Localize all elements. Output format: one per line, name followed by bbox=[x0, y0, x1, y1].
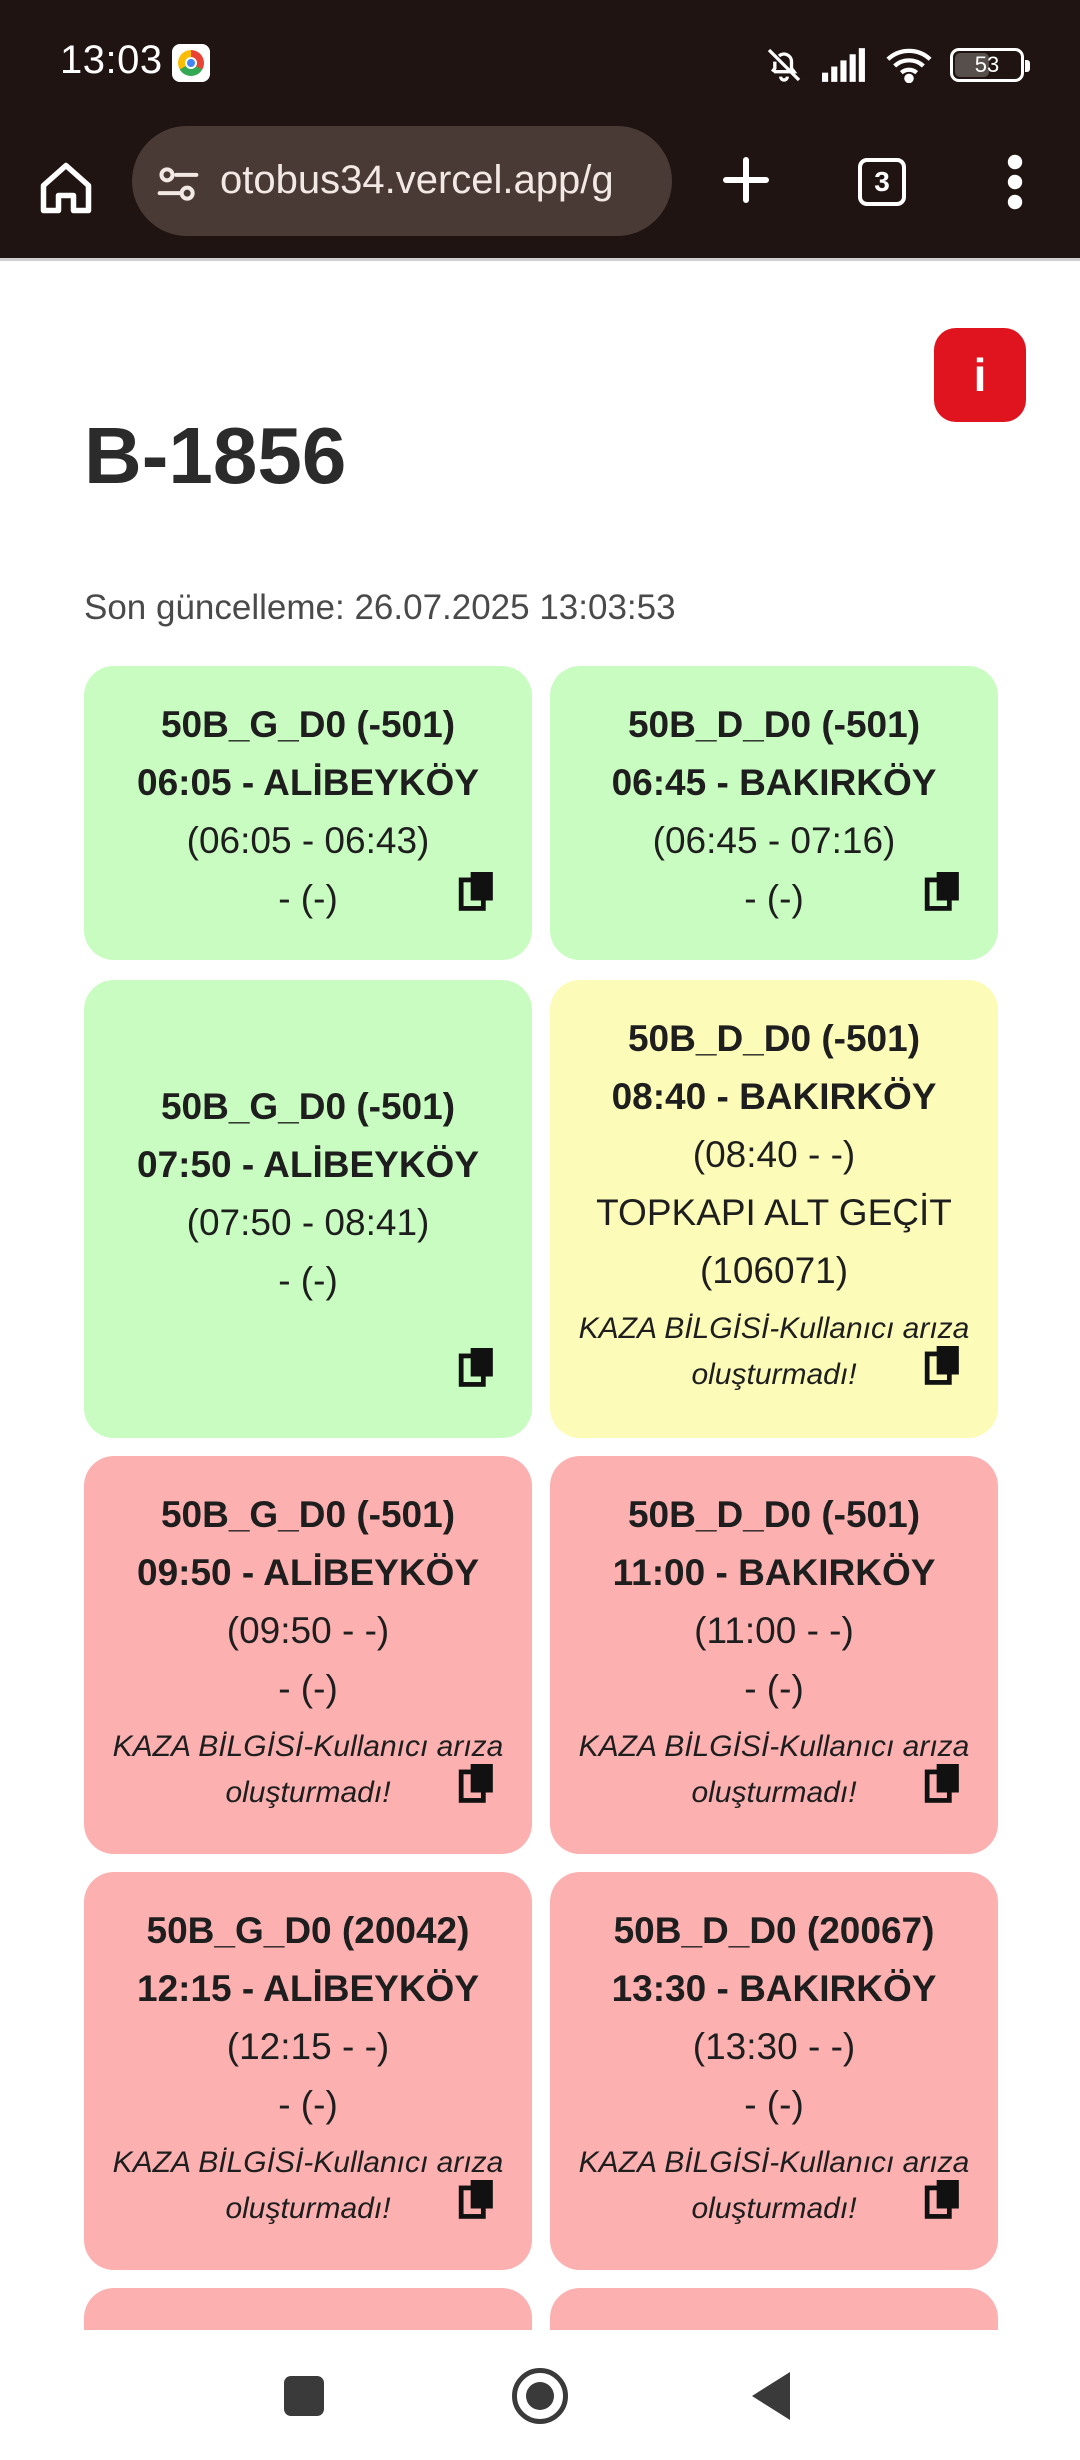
trip-route: 50B_G_D0 (-501) bbox=[160, 1086, 456, 1127]
trip-stop: - (-) bbox=[278, 1260, 338, 1301]
trip-stop: - (-) bbox=[744, 1668, 804, 1709]
copy-icon[interactable] bbox=[458, 1762, 496, 1804]
trip-departure: 12:15 - ALİBEYKÖY bbox=[137, 1968, 479, 2009]
trip-card: 50B_D_D0 (-501) 11:00 - BAKIRKÖY (11:00 … bbox=[550, 1456, 998, 1854]
home-icon[interactable] bbox=[36, 158, 96, 218]
trip-route: 50B_G_D0 (-501) bbox=[160, 704, 456, 745]
trip-card: 50B_D_D0 (-501) 08:40 - BAKIRKÖY (08:40 … bbox=[550, 980, 998, 1438]
trip-route: 50B_G_D0 (20042) bbox=[146, 1910, 470, 1951]
tab-count: 3 bbox=[874, 166, 890, 197]
tab-switcher-icon[interactable]: 3 bbox=[858, 158, 906, 206]
trip-card-partial bbox=[550, 2288, 998, 2330]
trip-times: (07:50 - 08:41) bbox=[186, 1202, 430, 1243]
trip-route: 50B_D_D0 (20067) bbox=[613, 1910, 935, 1951]
trip-departure: 08:40 - BAKIRKÖY bbox=[611, 1076, 937, 1117]
trip-stop-code: (106071) bbox=[699, 1250, 849, 1291]
trip-departure: 13:30 - BAKIRKÖY bbox=[611, 1968, 937, 2009]
trip-times: (13:30 - -) bbox=[692, 2026, 856, 2067]
trip-route: 50B_D_D0 (-501) bbox=[627, 1018, 921, 1059]
trip-card: 50B_G_D0 (-501) 09:50 - ALİBEYKÖY (09:50… bbox=[84, 1456, 532, 1854]
copy-icon[interactable] bbox=[924, 2178, 962, 2220]
status-bar: 13:03 53 bbox=[0, 0, 1080, 128]
new-tab-plus-icon[interactable] bbox=[716, 150, 776, 210]
trip-departure: 11:00 - BAKIRKÖY bbox=[612, 1552, 936, 1593]
battery-level: 53 bbox=[974, 52, 1000, 77]
trip-stop: - (-) bbox=[744, 2084, 804, 2125]
trip-times: (11:00 - -) bbox=[694, 1610, 854, 1651]
home-circle-icon[interactable] bbox=[512, 2368, 568, 2424]
recents-square-icon[interactable] bbox=[284, 2376, 324, 2416]
trip-departure: 07:50 - ALİBEYKÖY bbox=[137, 1144, 479, 1185]
signal-icon bbox=[822, 48, 865, 82]
trip-card: 50B_D_D0 (-501) 06:45 - BAKIRKÖY (06:45 … bbox=[550, 666, 998, 960]
wifi-icon bbox=[886, 48, 932, 83]
trip-card: 50B_G_D0 (-501) 07:50 - ALİBEYKÖY (07:50… bbox=[84, 980, 532, 1438]
trip-stop: TOPKAPI ALT GEÇİT bbox=[596, 1192, 952, 1233]
trip-card: 50B_G_D0 (20042) 12:15 - ALİBEYKÖY (12:1… bbox=[84, 1872, 532, 2270]
trip-card-partial bbox=[84, 2288, 532, 2330]
trip-departure: 09:50 - ALİBEYKÖY bbox=[137, 1552, 479, 1593]
toolbar-divider bbox=[0, 258, 1080, 261]
trip-times: (08:40 - -) bbox=[692, 1134, 856, 1175]
trip-times: (09:50 - -) bbox=[226, 1610, 390, 1651]
more-menu-icon[interactable] bbox=[1000, 152, 1030, 212]
info-button[interactable]: i bbox=[934, 328, 1026, 422]
page-title: B-1856 bbox=[84, 411, 347, 500]
trip-route: 50B_D_D0 (-501) bbox=[627, 1494, 921, 1535]
copy-icon[interactable] bbox=[458, 870, 496, 912]
status-icons: 53 bbox=[764, 40, 1030, 90]
trip-departure: 06:05 - ALİBEYKÖY bbox=[137, 762, 479, 803]
trip-times: (06:05 - 06:43) bbox=[186, 820, 430, 861]
copy-icon[interactable] bbox=[924, 870, 962, 912]
trip-card: 50B_G_D0 (-501) 06:05 - ALİBEYKÖY (06:05… bbox=[84, 666, 532, 960]
trip-departure: 06:45 - BAKIRKÖY bbox=[611, 762, 937, 803]
battery-icon: 53 bbox=[950, 48, 1030, 82]
status-time: 13:03 bbox=[60, 38, 163, 82]
trip-times: (06:45 - 07:16) bbox=[652, 820, 896, 861]
trip-stop: - (-) bbox=[278, 1668, 338, 1709]
last-updated: Son güncelleme: 26.07.2025 13:03:53 bbox=[84, 588, 676, 627]
trip-route: 50B_D_D0 (-501) bbox=[627, 704, 921, 745]
copy-icon[interactable] bbox=[924, 1762, 962, 1804]
copy-icon[interactable] bbox=[924, 1344, 962, 1386]
trip-stop: - (-) bbox=[278, 2084, 338, 2125]
copy-icon[interactable] bbox=[458, 1346, 496, 1388]
back-triangle-icon[interactable] bbox=[752, 2372, 790, 2420]
trip-times: (12:15 - -) bbox=[226, 2026, 390, 2067]
site-settings-icon[interactable] bbox=[156, 162, 200, 206]
trip-card: 50B_D_D0 (20067) 13:30 - BAKIRKÖY (13:30… bbox=[550, 1872, 998, 2270]
trip-route: 50B_G_D0 (-501) bbox=[160, 1494, 456, 1535]
url-text[interactable]: otobus34.vercel.app/g bbox=[220, 158, 672, 203]
bell-off-icon bbox=[767, 48, 801, 82]
copy-icon[interactable] bbox=[458, 2178, 496, 2220]
chrome-icon bbox=[172, 44, 210, 82]
